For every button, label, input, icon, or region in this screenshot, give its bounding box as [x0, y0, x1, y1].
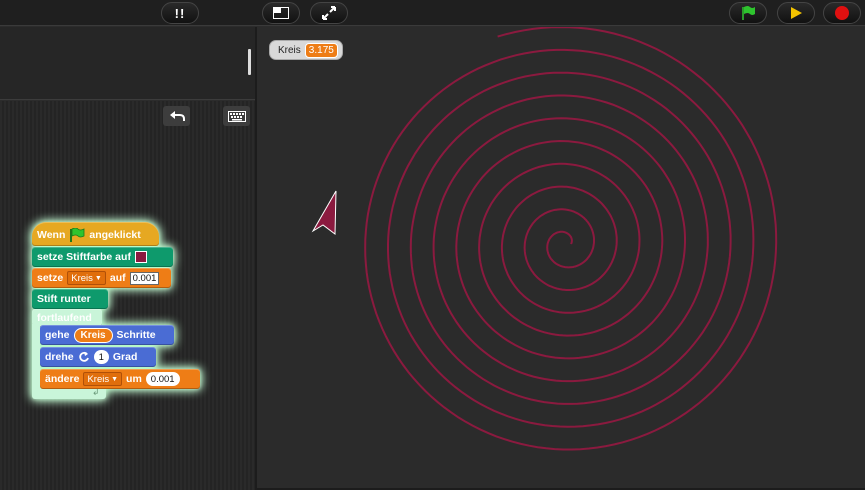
fullscreen-icon	[322, 6, 336, 20]
stage-size-icon	[273, 7, 289, 19]
chevron-down-icon: ▼	[94, 274, 102, 282]
pen-down-label: Stift runter	[37, 293, 91, 305]
variable-dropdown-value: Kreis	[71, 272, 93, 284]
pause-button[interactable]	[777, 2, 815, 24]
move-steps-block[interactable]: gehe Kreis Schritte	[40, 325, 174, 345]
keyboard-entry-button[interactable]	[223, 106, 250, 126]
variable-reporter[interactable]: Kreis	[73, 327, 113, 343]
set-variable-value-input[interactable]: 0.001	[129, 271, 160, 285]
footprints-icon: !!	[174, 5, 186, 21]
stop-icon	[835, 6, 849, 20]
green-flag-icon	[742, 6, 755, 20]
variable-dropdown[interactable]: Kreis ▼	[83, 372, 123, 386]
hat-text-before: Wenn	[37, 229, 66, 241]
change-variable-value-input[interactable]: 0.001	[145, 372, 180, 386]
stage[interactable]	[257, 27, 865, 488]
variable-dropdown[interactable]: Kreis ▼	[67, 271, 106, 285]
pen-color-swatch[interactable]	[134, 251, 147, 263]
watcher-label: Kreis	[278, 44, 301, 56]
rotate-clockwise-icon	[78, 351, 89, 362]
top-toolbar: !!	[0, 0, 865, 26]
pane-resize-handle[interactable]	[248, 49, 251, 75]
set-variable-label: setze	[37, 272, 64, 284]
change-variable-block[interactable]: ändere Kreis ▼ um 0.001	[40, 369, 200, 389]
snap-editor: !! Wenn angeklickt setze Stiftfarbe auf …	[0, 0, 865, 490]
undo-arrow-icon	[169, 111, 185, 121]
spiral-pen-trail	[364, 27, 778, 451]
stage-size-button[interactable]	[262, 2, 300, 24]
move-label-before: gehe	[45, 329, 70, 341]
move-label-after: Schritte	[116, 329, 156, 341]
sprite-arrow-icon[interactable]	[311, 190, 337, 235]
hat-text-after: angeklickt	[89, 229, 141, 241]
set-variable-to-label: auf	[109, 272, 126, 284]
pause-icon	[791, 7, 802, 19]
when-flag-clicked-block[interactable]: Wenn angeklickt	[32, 222, 159, 246]
undo-button[interactable]	[163, 106, 190, 126]
green-flag-button[interactable]	[729, 2, 767, 24]
keyboard-icon	[227, 110, 246, 122]
pen-trail-canvas	[311, 27, 778, 451]
footprints-button[interactable]: !!	[161, 2, 199, 24]
pen-down-block[interactable]: Stift runter	[32, 289, 108, 309]
set-pen-color-block[interactable]: setze Stiftfarbe auf	[32, 247, 173, 267]
variable-dropdown-value: Kreis	[87, 373, 110, 385]
watcher-value: 3.175	[304, 42, 338, 58]
change-variable-by-label: um	[126, 373, 142, 385]
forever-label: fortlaufend	[37, 312, 92, 324]
fullscreen-button[interactable]	[310, 2, 348, 24]
turn-label-before: drehe	[45, 351, 74, 363]
turn-degrees-block[interactable]: drehe 1 Grad	[40, 347, 156, 367]
turn-label-after: Grad	[112, 351, 138, 363]
stop-button[interactable]	[823, 2, 861, 24]
green-flag-icon	[70, 227, 85, 242]
sprite-corral	[0, 27, 255, 100]
change-variable-label: ändere	[45, 373, 80, 385]
variable-watcher[interactable]: Kreis 3.175	[269, 40, 343, 60]
set-pen-color-label: setze Stiftfarbe auf	[37, 251, 131, 263]
turn-degrees-input[interactable]: 1	[93, 350, 109, 364]
forever-arm	[32, 324, 40, 396]
chevron-down-icon: ▼	[111, 375, 119, 383]
set-variable-block[interactable]: setze Kreis ▼ auf 0.001	[32, 268, 171, 288]
